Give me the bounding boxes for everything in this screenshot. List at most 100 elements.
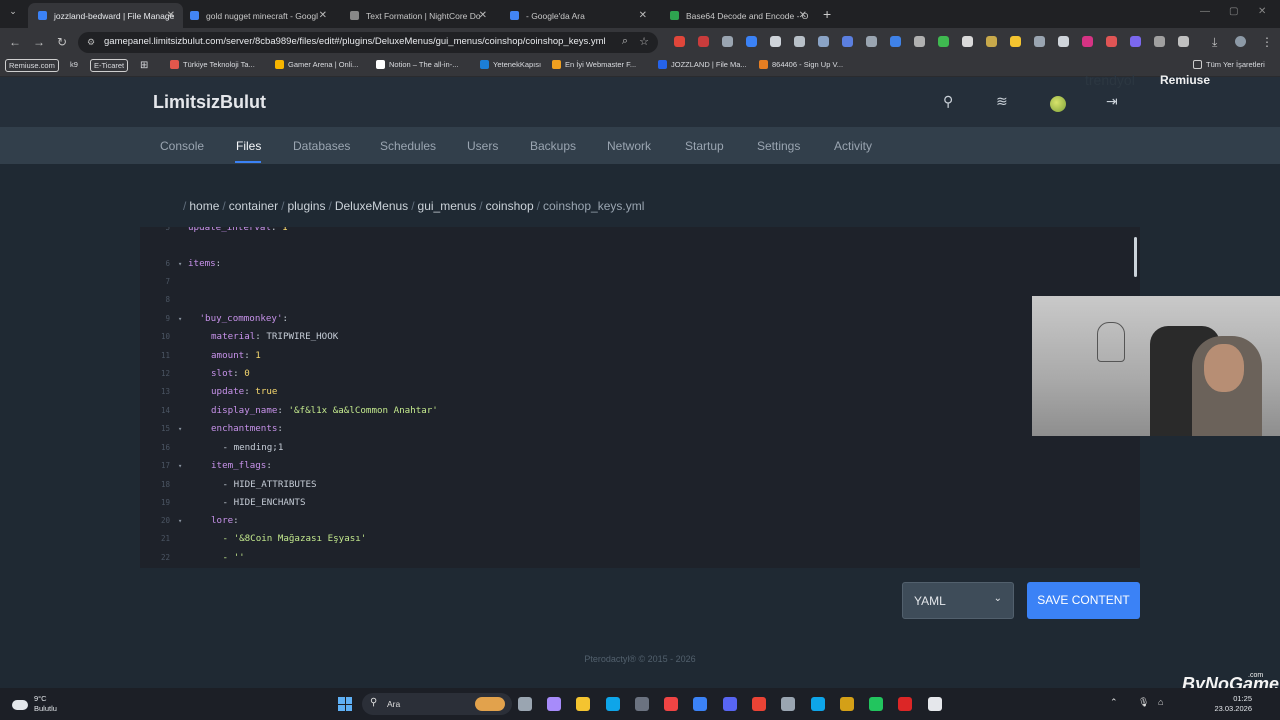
task-view-icon[interactable] <box>518 697 532 711</box>
fold-toggle-icon[interactable]: ▾ <box>178 255 182 273</box>
filezilla-icon[interactable] <box>898 697 912 711</box>
weather-widget[interactable]: 9°C Bulutlu <box>12 694 57 714</box>
code-editor[interactable]: 5 update_interval: 1 6 ▾ items: 7 8 9 ▾'buy_comm… <box>140 227 1140 568</box>
bookmark-item[interactable]: 864406 - Sign Up V... <box>759 60 843 69</box>
taskbar-clock[interactable]: 01:25 23.03.2026 <box>1214 694 1252 714</box>
download-icon[interactable]: ⤓ <box>1212 35 1217 50</box>
tab-console[interactable]: Console <box>160 139 204 153</box>
pen-ext-icon[interactable] <box>770 36 781 47</box>
download-ext-icon[interactable] <box>890 36 901 47</box>
new-tab-button[interactable]: + <box>823 6 831 22</box>
logout-icon[interactable]: ⇥ <box>1106 93 1118 110</box>
code-line[interactable]: 6 ▾ items: <box>140 255 1130 273</box>
bookmark-item[interactable]: Gamer Arena | Onli... <box>275 60 358 69</box>
layers-icon[interactable]: ≋ <box>996 93 1008 110</box>
pen-red-ext-icon[interactable] <box>1106 36 1117 47</box>
tab-close-icon[interactable]: ✕ <box>167 10 175 21</box>
apps-grid-icon[interactable]: ⊞ <box>140 60 148 71</box>
code-line[interactable]: 15 ▾ enchantments: <box>140 420 1130 438</box>
browser-menu-icon[interactable]: ⋮ <box>1261 35 1273 49</box>
shield-ext-icon[interactable] <box>746 36 757 47</box>
code-line[interactable]: 5 update_interval: 1 <box>140 227 1130 237</box>
copilot-icon[interactable] <box>547 697 561 711</box>
translate-ext-icon[interactable] <box>818 36 829 47</box>
bookmark-item[interactable]: k9 <box>70 60 78 69</box>
tab-settings[interactable]: Settings <box>757 139 800 153</box>
close-window-icon[interactable]: ✕ <box>1258 6 1266 17</box>
code-line[interactable]: 13 update: true <box>140 383 1130 401</box>
minecraft-icon[interactable] <box>869 697 883 711</box>
tab-close-icon[interactable]: ✕ <box>639 10 647 21</box>
code-line[interactable]: 17 ▾ item_flags: <box>140 457 1130 475</box>
palette-ext-icon[interactable] <box>1130 36 1141 47</box>
file-explorer-icon[interactable] <box>576 697 590 711</box>
breadcrumb-item[interactable]: DeluxeMenus <box>335 199 408 213</box>
pinterest-ext-icon[interactable] <box>674 36 685 47</box>
code-line[interactable]: 14 display_name: '&f&l1x &a&lCommon Anaht… <box>140 402 1130 420</box>
obs-icon[interactable] <box>781 697 795 711</box>
code-line[interactable]: 10 material: TRIPWIRE_HOOK <box>140 328 1130 346</box>
code-line[interactable]: 18 - HIDE_ATTRIBUTES <box>140 476 1130 494</box>
browser-tab[interactable]: gold nugget minecraft - Googl ✕ <box>180 3 335 28</box>
code-line[interactable]: 21 - '&8Coin Mağazası Eşyası' <box>140 530 1130 548</box>
lastpass-ext-icon[interactable] <box>698 36 709 47</box>
bookmark-item[interactable]: YetenekKapısı <box>480 60 541 69</box>
all-bookmarks[interactable]: Tüm Yer İşaretleri <box>1193 60 1265 69</box>
discord-icon[interactable] <box>723 697 737 711</box>
code-line[interactable]: 8 <box>140 291 1130 309</box>
code-line[interactable] <box>140 237 1130 255</box>
terminal-icon[interactable] <box>928 697 942 711</box>
camera-ext-icon[interactable] <box>722 36 733 47</box>
search-icon[interactable]: ⚲ <box>943 93 953 110</box>
chrome-icon[interactable] <box>752 697 766 711</box>
browser-tab[interactable]: jozzland-bedward | File Manage ✕ <box>28 3 183 28</box>
forward-icon[interactable]: → <box>33 35 45 49</box>
coin-ext-icon[interactable] <box>986 36 997 47</box>
tab-backups[interactable]: Backups <box>530 139 576 153</box>
bookmark-item[interactable]: E-Ticaret <box>90 59 129 72</box>
fold-toggle-icon[interactable]: ▾ <box>178 310 182 328</box>
maximize-icon[interactable]: ▢ <box>1229 6 1238 17</box>
photos-icon[interactable] <box>811 697 825 711</box>
language-select[interactable]: YAML ⌄ <box>902 582 1014 619</box>
tab-list-button[interactable]: ⌄ <box>6 6 20 20</box>
reload-icon[interactable]: ↻ <box>57 35 67 49</box>
code-line[interactable]: 20 ▾ lore: <box>140 512 1130 530</box>
code-line[interactable]: 11 amount: 1 <box>140 347 1130 365</box>
tab-users[interactable]: Users <box>467 139 498 153</box>
tab-schedules[interactable]: Schedules <box>380 139 436 153</box>
address-bar[interactable]: ⚙ gamepanel.limitsizbulut.com/server/8cb… <box>78 32 658 53</box>
breadcrumb-item[interactable]: plugins <box>287 199 325 213</box>
profile-avatar-icon[interactable] <box>1235 36 1246 47</box>
code-line[interactable]: 16 - mending;1 <box>140 439 1130 457</box>
back-icon[interactable]: ← <box>9 35 21 49</box>
breadcrumb-item[interactable]: container <box>229 199 278 213</box>
emoji-ext-icon[interactable] <box>1010 36 1021 47</box>
chat-ext-icon[interactable] <box>962 36 973 47</box>
opera-icon[interactable] <box>664 697 678 711</box>
fold-toggle-icon[interactable]: ▾ <box>178 512 182 530</box>
editor-scrollbar[interactable] <box>1134 237 1137 277</box>
zoom-icon[interactable]: ⌕ <box>622 35 628 48</box>
store-icon[interactable] <box>635 697 649 711</box>
browser-tab[interactable]: Base64 Decode and Encode - O ✕ <box>660 3 815 28</box>
screen-ext-icon[interactable] <box>1058 36 1069 47</box>
save-content-button[interactable]: SAVE CONTENT <box>1027 582 1140 619</box>
fold-toggle-icon[interactable]: ▾ <box>178 457 182 475</box>
network-icon[interactable]: ⌂ <box>1158 697 1163 707</box>
steam-icon[interactable] <box>693 697 707 711</box>
puzzle-icon[interactable] <box>1178 36 1189 47</box>
weather-app-icon[interactable] <box>475 697 505 711</box>
edge-icon[interactable] <box>606 697 620 711</box>
grid-ext-icon[interactable] <box>1034 36 1045 47</box>
code-line[interactable]: 9 ▾ 'buy_commonkey': <box>140 310 1130 328</box>
script-ext-icon[interactable] <box>866 36 877 47</box>
code-line[interactable]: 7 <box>140 273 1130 291</box>
bookmark-item[interactable]: Remiuse.com <box>5 59 59 72</box>
bookmark-item[interactable]: Türkiye Teknoloji Ta... <box>170 60 255 69</box>
app-icon[interactable] <box>840 697 854 711</box>
fold-toggle-icon[interactable]: ▾ <box>178 420 182 438</box>
leaf-ext-icon[interactable] <box>938 36 949 47</box>
code-line[interactable]: 19 - HIDE_ENCHANTS <box>140 494 1130 512</box>
minimize-icon[interactable]: — <box>1200 6 1210 17</box>
